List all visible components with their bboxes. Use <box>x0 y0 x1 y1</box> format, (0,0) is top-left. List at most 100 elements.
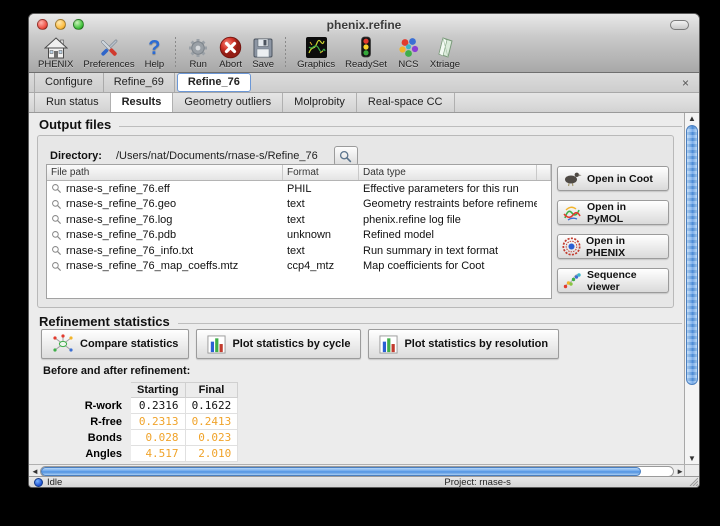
stats-row: R-free 0.2313 0.2413 <box>77 414 238 430</box>
stats-starting-value: 0.2313 <box>131 414 186 430</box>
browse-directory-button[interactable] <box>334 146 358 166</box>
bar-chart-icon <box>207 335 226 354</box>
toolbar-item-label: Abort <box>219 59 242 70</box>
format-cell: text <box>283 245 359 257</box>
table-row[interactable]: rnase-s_refine_76_map_coeffs.mtz ccp4_mt… <box>47 259 551 275</box>
stats-header-blank <box>77 383 131 398</box>
run-button[interactable]: Run <box>182 35 214 70</box>
results-panel: Output files Directory: /Users/nat/Docum… <box>29 113 686 464</box>
file-path-cell: rnase-s_refine_76_map_coeffs.mtz <box>66 260 238 272</box>
subtab-real-space-cc[interactable]: Real-space CC <box>357 93 455 112</box>
plot-statistics-by-resolution-button[interactable]: Plot statistics by resolution <box>368 329 559 359</box>
data-type-cell: Geometry restraints before refinement <box>359 198 537 210</box>
scroll-left-icon[interactable]: ◄ <box>31 467 39 476</box>
plot-statistics-by-cycle-button[interactable]: Plot statistics by cycle <box>196 329 361 359</box>
open-with-buttons: Open in Coot Open in PyMOL <box>557 166 669 302</box>
toolbar-item-label: Graphics <box>297 59 335 70</box>
open-in-pymol-button[interactable]: Open in PyMOL <box>557 200 669 225</box>
toolbar-item-label: ReadySet <box>345 59 387 70</box>
table-row[interactable]: rnase-s_refine_76.pdb unknown Refined mo… <box>47 228 551 244</box>
bar-chart-icon <box>379 335 398 354</box>
magnifier-icon <box>51 214 62 225</box>
plot-by-resolution-label: Plot statistics by resolution <box>404 338 548 350</box>
xtriage-button[interactable]: Xtriage <box>425 35 465 70</box>
table-header[interactable]: File path Format Data type <box>47 165 551 181</box>
table-row[interactable]: rnase-s_refine_76_info.txt text Run summ… <box>47 243 551 259</box>
stats-row-label: R-free <box>77 414 131 430</box>
toolbar-item-label: Save <box>252 59 274 70</box>
file-path-cell: rnase-s_refine_76_info.txt <box>66 245 193 257</box>
status-indicator-icon <box>34 478 43 487</box>
results-tab-bar: Run status Results Geometry outliers Mol… <box>29 93 699 113</box>
sequence-viewer-button[interactable]: Sequence viewer <box>557 268 669 293</box>
open-in-pymol-label: Open in PyMOL <box>587 201 664 225</box>
subtab-geometry-outliers[interactable]: Geometry outliers <box>173 93 283 112</box>
output-files-panel: Directory: /Users/nat/Documents/rnase-s/… <box>37 135 674 308</box>
subtab-results[interactable]: Results <box>111 93 174 112</box>
tools-icon <box>97 36 121 59</box>
tab-configure[interactable]: Configure <box>34 73 104 92</box>
stats-final-value: 0.023 <box>185 430 238 446</box>
vertical-scrollbar[interactable]: ▲ ▼ <box>684 113 699 464</box>
subtab-molprobity[interactable]: Molprobity <box>283 93 357 112</box>
toolbar-item-label: Xtriage <box>430 59 460 70</box>
data-type-cell: Map coefficients for Coot <box>359 260 537 272</box>
before-after-subtitle: Before and after refinement: <box>43 365 190 377</box>
horizontal-scrollbar-thumb[interactable] <box>41 467 641 476</box>
stats-starting-value: 4.517 <box>131 446 186 462</box>
tab-refine-69[interactable]: Refine_69 <box>104 73 175 92</box>
column-header-data-type[interactable]: Data type <box>359 165 537 180</box>
table-row[interactable]: rnase-s_refine_76.geo text Geometry rest… <box>47 197 551 213</box>
resize-grip-icon[interactable] <box>688 476 698 486</box>
toolbar-item-label: Preferences <box>83 59 134 70</box>
abort-button[interactable]: Abort <box>214 35 247 70</box>
preferences-button[interactable]: Preferences <box>78 35 139 70</box>
save-button[interactable]: Save <box>247 35 279 70</box>
readyset-button[interactable]: ReadySet <box>340 35 392 70</box>
ncs-button[interactable]: NCS <box>392 35 425 70</box>
magnifier-icon <box>51 230 62 241</box>
data-type-cell: Run summary in text format <box>359 245 537 257</box>
table-row[interactable]: rnase-s_refine_76.eff PHIL Effective par… <box>47 181 551 197</box>
open-in-phenix-button[interactable]: Open in PHENIX <box>557 234 669 259</box>
plot-by-cycle-label: Plot statistics by cycle <box>232 338 350 350</box>
toolbar-item-label: Help <box>145 59 165 70</box>
graphics-button[interactable]: Graphics <box>292 35 340 70</box>
phenix-logo-icon <box>562 237 581 256</box>
crystal-icon <box>434 36 456 59</box>
title-bar[interactable]: phenix.refine <box>29 14 699 35</box>
toolbar-item-label: PHENIX <box>38 59 73 70</box>
vertical-scrollbar-thumb[interactable] <box>686 125 698 385</box>
help-button[interactable]: ? Help <box>140 35 170 70</box>
open-in-coot-button[interactable]: Open in Coot <box>557 166 669 191</box>
sequence-squiggle-icon <box>562 272 582 290</box>
stats-final-value: 0.1622 <box>185 398 238 414</box>
phenix-home-button[interactable]: PHENIX <box>33 35 78 70</box>
floppy-icon <box>252 36 274 59</box>
density-map-icon <box>305 36 328 59</box>
search-icon <box>339 150 352 163</box>
column-header-format[interactable]: Format <box>283 165 359 180</box>
subtab-run-status[interactable]: Run status <box>34 93 111 112</box>
scroll-up-icon[interactable]: ▲ <box>685 114 699 123</box>
scroll-down-icon[interactable]: ▼ <box>685 454 699 463</box>
table-row[interactable]: rnase-s_refine_76.log text phenix.refine… <box>47 212 551 228</box>
compare-statistics-button[interactable]: Compare statistics <box>41 329 189 359</box>
toolbar-toggle-button[interactable] <box>670 20 689 30</box>
format-cell: text <box>283 198 359 210</box>
main-toolbar: PHENIX Preferences <box>33 35 465 73</box>
column-header-file-path[interactable]: File path <box>47 165 283 180</box>
scroll-right-icon[interactable]: ► <box>676 467 684 476</box>
data-type-cell: Refined model <box>359 229 537 241</box>
tab-refine-76[interactable]: Refine_76 <box>177 73 251 92</box>
stats-row: Angles 4.517 2.010 <box>77 446 238 462</box>
format-cell: unknown <box>283 229 359 241</box>
toolbar-item-label: Run <box>189 59 206 70</box>
status-text: Idle <box>47 477 62 488</box>
magnifier-icon <box>51 199 62 210</box>
toolbar-separator <box>285 37 286 69</box>
close-tab-icon[interactable]: × <box>682 77 689 89</box>
file-path-cell: rnase-s_refine_76.log <box>66 214 172 226</box>
open-in-coot-label: Open in Coot <box>587 173 653 185</box>
file-path-cell: rnase-s_refine_76.geo <box>66 198 176 210</box>
